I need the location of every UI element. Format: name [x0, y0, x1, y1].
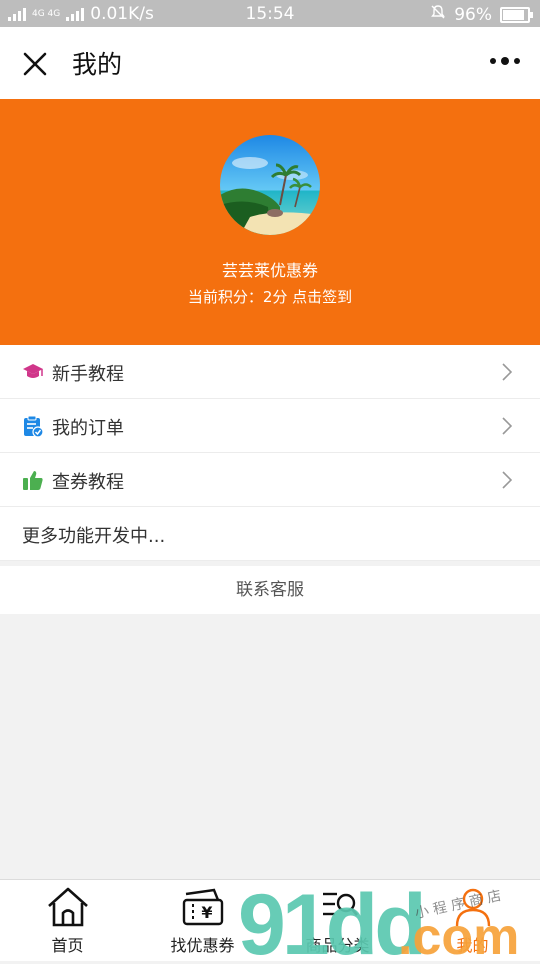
tab-label: 首页 — [51, 936, 84, 955]
home-icon — [45, 886, 91, 928]
menu-item-label: 我的订单 — [52, 418, 124, 439]
battery-icon — [500, 6, 533, 23]
tab-categories[interactable]: 商品分类 — [270, 880, 405, 961]
tab-find-coupons[interactable]: ¥ 找优惠券 — [135, 880, 270, 961]
tab-label: 我的 — [456, 936, 489, 955]
more-button[interactable] — [490, 57, 520, 65]
coupon-icon: ¥ — [180, 886, 226, 928]
tab-mine[interactable]: 我的 — [405, 880, 540, 961]
user-icon — [450, 886, 496, 928]
username: 芸芸莱优惠券 — [221, 261, 318, 280]
bell-off-icon — [430, 4, 446, 25]
more-features-label: 更多功能开发中... — [22, 526, 166, 547]
menu-item-label: 查券教程 — [52, 472, 124, 493]
page-title: 我的 — [72, 50, 123, 79]
graduation-cap-icon — [22, 361, 44, 383]
title-bar: 我的 — [0, 27, 540, 99]
menu-item-coupon-tutorial[interactable]: 查券教程 — [0, 453, 540, 507]
tab-bar: 首页 ¥ 找优惠券 商品分类 我的 — [0, 879, 540, 961]
tab-label: 商品分类 — [305, 936, 370, 955]
category-search-icon — [315, 886, 361, 928]
close-icon — [23, 52, 47, 76]
svg-text:¥: ¥ — [201, 903, 212, 922]
points-checkin[interactable]: 当前积分：2分 点击签到 — [0, 286, 540, 307]
menu-item-my-orders[interactable]: 我的订单 — [0, 399, 540, 453]
clipboard-check-icon — [22, 415, 44, 438]
profile-banner: 芸芸莱优惠券 当前积分：2分 点击签到 — [0, 99, 540, 345]
menu-item-label: 新手教程 — [52, 364, 124, 385]
menu-item-more-features: 更多功能开发中... — [0, 507, 540, 561]
battery-percent: 96% — [454, 4, 492, 25]
avatar[interactable] — [220, 135, 320, 235]
chevron-right-icon — [502, 363, 513, 381]
status-right: 96% — [430, 4, 533, 25]
close-button[interactable] — [20, 49, 50, 79]
tab-label: 找优惠券 — [170, 936, 235, 955]
menu-list: 新手教程 我的订单 查券教程 更多功能开发中... — [0, 345, 540, 561]
thumbs-up-icon — [22, 469, 44, 491]
menu-item-beginner-tutorial[interactable]: 新手教程 — [0, 345, 540, 399]
chevron-right-icon — [502, 471, 513, 489]
chevron-right-icon — [502, 417, 513, 435]
avatar-image — [220, 135, 320, 235]
tab-home[interactable]: 首页 — [0, 880, 135, 961]
status-bar: 4G 4G 0.01K/s 15:54 96% — [0, 0, 540, 27]
contact-service-button[interactable]: 联系客服 — [0, 566, 540, 614]
